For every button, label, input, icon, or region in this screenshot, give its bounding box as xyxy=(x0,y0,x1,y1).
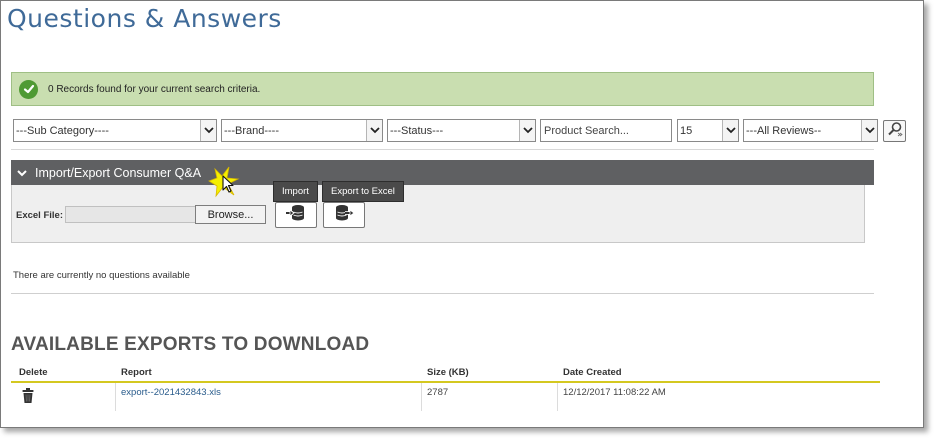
export-to-excel-button[interactable] xyxy=(323,202,365,228)
column-divider xyxy=(557,383,558,411)
product-search-input[interactable]: Product Search... xyxy=(540,119,672,142)
brand-select[interactable]: ---Brand---- xyxy=(221,119,383,142)
chevron-down-icon xyxy=(17,169,27,177)
section-title: Import/Export Consumer Q&A xyxy=(35,165,202,180)
brand-value: ---Brand---- xyxy=(224,124,279,137)
exports-section-title: AVAILABLE EXPORTS TO DOWNLOAD xyxy=(11,334,370,355)
excel-file-input[interactable] xyxy=(65,206,196,223)
table-row: export--2021432843.xls 2787 12/12/2017 1… xyxy=(11,383,880,411)
database-import-icon xyxy=(285,204,307,227)
trash-icon[interactable] xyxy=(22,388,34,408)
sub-category-select[interactable]: ---Sub Category---- xyxy=(13,119,217,142)
chevron-down-icon xyxy=(722,120,738,141)
search-button[interactable] xyxy=(883,120,906,142)
product-search-placeholder: Product Search... xyxy=(544,124,629,137)
excel-file-label: Excel File: xyxy=(16,210,63,221)
empty-questions-message: There are currently no questions availab… xyxy=(13,270,190,281)
status-alert: 0 Records found for your current search … xyxy=(11,72,874,106)
divider xyxy=(11,149,874,150)
chevron-down-icon xyxy=(200,120,216,141)
import-export-header[interactable]: Import/Export Consumer Q&A xyxy=(11,160,874,185)
chevron-down-icon xyxy=(366,120,382,141)
browse-button[interactable]: Browse... xyxy=(195,205,266,224)
reviews-select[interactable]: ---All Reviews-- xyxy=(743,119,878,142)
column-divider xyxy=(421,383,422,411)
reviews-value: ---All Reviews-- xyxy=(746,124,822,137)
checkmark-icon xyxy=(19,79,38,99)
chevron-down-icon xyxy=(861,120,877,141)
chevron-down-icon xyxy=(519,120,535,141)
status-value: ---Status--- xyxy=(390,124,444,137)
report-date: 12/12/2017 11:08:22 AM xyxy=(563,387,666,398)
divider xyxy=(11,293,874,294)
import-export-panel: Excel File: Browse... xyxy=(11,185,865,243)
column-header-delete: Delete xyxy=(19,367,48,378)
sub-category-value: ---Sub Category---- xyxy=(16,124,109,137)
status-select[interactable]: ---Status--- xyxy=(387,119,536,142)
export-tooltip: Export to Excel xyxy=(322,181,404,202)
column-divider xyxy=(115,383,116,411)
database-export-icon xyxy=(333,204,355,227)
report-size: 2787 xyxy=(427,387,449,398)
column-header-date: Date Created xyxy=(563,367,622,378)
alert-message: 0 Records found for your current search … xyxy=(48,83,261,95)
exports-table-header: Delete Report Size (KB) Date Created xyxy=(11,364,880,383)
click-cursor-icon xyxy=(208,166,240,198)
column-header-size: Size (KB) xyxy=(427,367,469,378)
page-title: Questions & Answers xyxy=(7,4,282,33)
page-size-select[interactable]: 15 xyxy=(677,119,739,142)
page-size-value: 15 xyxy=(680,124,693,137)
import-button[interactable] xyxy=(275,202,317,228)
column-header-report: Report xyxy=(121,367,152,378)
report-link[interactable]: export--2021432843.xls xyxy=(121,387,221,398)
import-tooltip: Import xyxy=(273,181,318,202)
search-icon xyxy=(887,121,903,142)
app-window: Questions & Answers 0 Records found for … xyxy=(0,0,924,428)
